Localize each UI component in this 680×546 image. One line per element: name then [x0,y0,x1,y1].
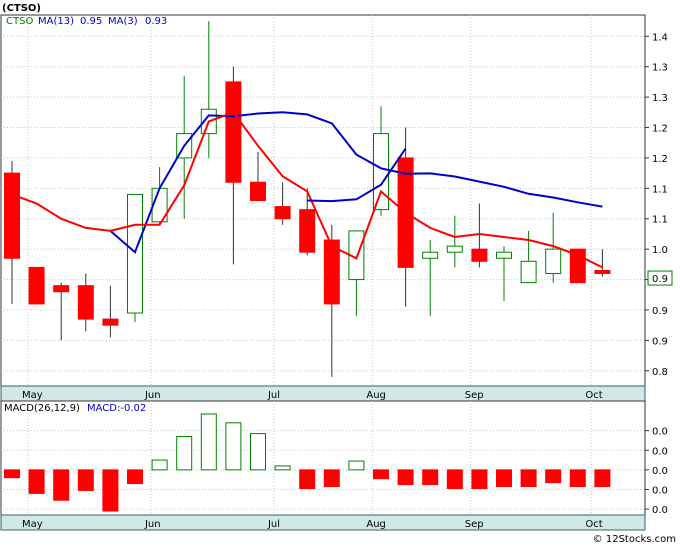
x-month-label: Sep [465,390,484,401]
macd-bar [28,469,45,494]
macd-y-tick-label: 0.0 [652,427,668,438]
y-tick-label: 1.4 [652,32,668,43]
candle-body [545,248,562,274]
macd-bar [200,413,217,471]
candle-body [28,266,45,305]
macd-label: MACD(26,12,9) [4,403,80,414]
y-tick-label: 1.1 [652,215,668,226]
legend-ma13-label: MA(13) [38,16,74,27]
macd-y-axis: 0.0 0.0 0.0 0.0 0.0 [645,427,668,516]
price-panel: 1.41.31.31.21.21.11.11.01.00.90.90.8 [0,14,668,387]
macd-bar [446,469,463,489]
candle-body [422,251,439,259]
macd-bar [545,469,562,484]
macd-value-label: MACD:-0.02 [87,403,146,414]
candle-body [4,172,20,259]
candle-body [299,209,316,253]
candle-body [53,285,70,293]
y-tick-label: 0.9 [652,306,668,317]
y-tick-label: 1.2 [652,124,668,135]
chart-title: (CTSO) [2,3,41,14]
macd-x-month-label: Sep [465,519,484,530]
macd-bar [569,469,586,488]
macd-y-tick-label: 0.0 [652,446,668,457]
candle-body [77,285,94,320]
macd-bar [348,460,365,471]
macd-bar [225,422,242,471]
current-price-tag: 0.9 [647,270,673,286]
candle-body [496,251,512,259]
candle-body [520,260,537,284]
x-month-label: Aug [366,390,386,401]
y-tick-label: 0.9 [652,336,668,347]
macd-y-tick-label: 0.0 [652,466,668,477]
macd-bar [422,469,439,486]
price-x-axis: May Jun Jul Aug Sep Oct [0,385,646,402]
y-tick-label: 1.0 [652,245,668,256]
macd-bar [77,469,94,491]
candle-body [127,193,143,314]
legend-ma3-value: 0.93 [145,16,167,27]
y-tick-label: 1.3 [652,63,668,74]
macd-x-month-label: Oct [585,519,602,530]
candle [127,193,143,323]
macd-x-month-label: May [22,519,43,530]
macd-bar [250,433,266,471]
candle-body [373,133,389,211]
candle-body [446,245,463,253]
y-tick-label: 1.3 [652,93,668,104]
watermark: © 12Stocks.com [593,534,676,545]
x-month-label: Jun [144,390,161,401]
macd-y-tick-label: 0.0 [652,505,668,516]
candle-body [102,318,119,326]
candle-body [250,181,266,202]
macd-bar [471,469,488,489]
legend-ticker: CTSO [6,16,33,27]
macd-bar [274,465,291,471]
macd-y-tick-label: 0.0 [652,485,668,496]
macd-bar [127,469,143,485]
macd-panel: 0.0 0.0 0.0 0.0 0.0 MACD(26,12,9) MACD:-0.02 [0,400,668,516]
macd-bar [151,459,168,471]
x-month-label: May [22,390,43,401]
price-y-axis: 1.41.31.31.21.21.11.11.01.00.90.90.8 [645,32,668,378]
y-tick-label: 0.8 [652,367,668,378]
macd-bar [53,469,70,501]
x-month-label: Jul [267,390,280,401]
y-tick-label: 1.2 [652,154,668,165]
candle-body [274,206,291,220]
legend-ma3-label: MA(3) [108,16,138,27]
candle-body [594,269,611,274]
macd-bar [496,469,512,488]
y-tick-label: 1.1 [652,184,668,195]
macd-x-axis: May Jun Jul Aug Sep Oct [0,514,646,531]
macd-bar [323,469,340,488]
macd-bar [299,469,316,489]
candle-body [225,81,242,183]
macd-bar [594,469,611,488]
legend-ma13-value: 0.95 [80,16,102,27]
candle-body [471,248,488,262]
x-month-label: Oct [585,390,602,401]
macd-bar [4,469,20,479]
candle [28,266,45,305]
macd-x-month-label: Aug [366,519,386,530]
macd-x-month-label: Jun [144,519,161,530]
macd-x-month-label: Jul [267,519,280,530]
macd-bar [176,436,193,471]
macd-bar [520,469,537,488]
macd-bar [373,469,389,480]
macd-bar [102,469,119,512]
stock-chart: (CTSO) 1.41.31.31.21.21.11.11.01.00.90.9… [0,3,676,545]
current-price-value: 0.9 [652,274,668,285]
macd-bar [397,469,414,486]
